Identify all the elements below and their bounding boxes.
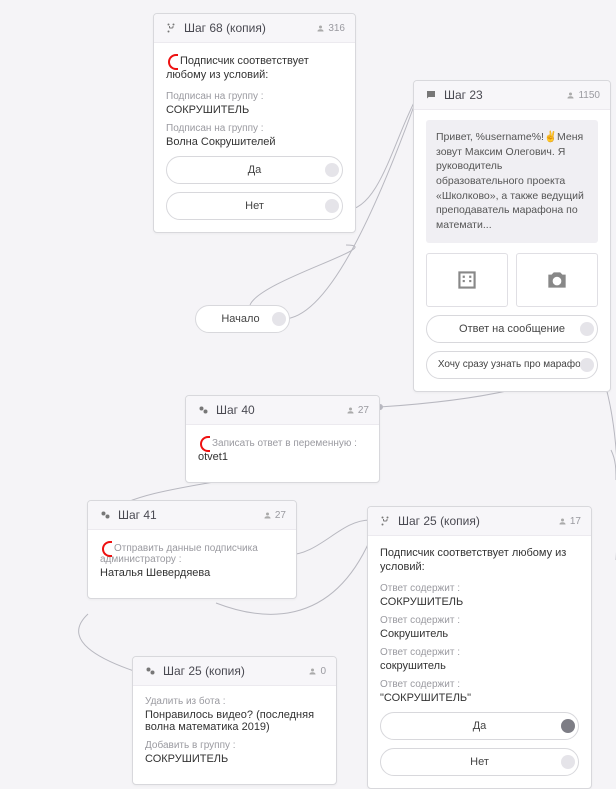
connector-handle[interactable]: [580, 358, 594, 372]
connector-handle[interactable]: [325, 163, 339, 177]
start-node[interactable]: Начало: [195, 305, 290, 333]
condition-item: Ответ содержит : СОКРУШИТЕЛЬ: [380, 583, 579, 608]
connector-handle[interactable]: [561, 755, 575, 769]
connector-handle[interactable]: [272, 312, 286, 326]
branch-icon: [164, 21, 178, 35]
gears-icon: [143, 664, 157, 678]
reply-button[interactable]: Ответ на сообщение: [426, 315, 598, 343]
video-attachment[interactable]: [426, 253, 508, 307]
gears-icon: [98, 508, 112, 522]
node-header: Шаг 25 (копия) 0: [133, 657, 336, 686]
node-title: Шаг 25 (копия): [398, 514, 558, 528]
condition-item: Ответ содержит : сокрушитель: [380, 647, 579, 672]
node-header: Шаг 68 (копия) 316: [154, 14, 355, 43]
gears-icon: [196, 403, 210, 417]
node-title: Шаг 68 (копия): [184, 21, 316, 35]
node-step-23[interactable]: Шаг 23 1150 Привет, %username%!✌Меня зов…: [413, 80, 611, 392]
node-step-40[interactable]: Шаг 40 27 Записать ответ в переменную : …: [185, 395, 380, 483]
node-stat: 17: [558, 516, 581, 527]
node-title: Шаг 41: [118, 508, 263, 522]
node-header: Шаг 41 27: [88, 501, 296, 530]
node-stat: 27: [346, 405, 369, 416]
red-annotation-icon: [100, 540, 112, 554]
red-annotation-icon: [166, 53, 178, 67]
message-icon: [424, 88, 438, 102]
condition-item: Ответ содержит : "СОКРУШИТЕЛЬ": [380, 679, 579, 704]
connector-handle[interactable]: [580, 322, 594, 336]
connector-handle[interactable]: [325, 199, 339, 213]
node-step-25-right[interactable]: Шаг 25 (копия) 17 Подписчик соответствуе…: [367, 506, 592, 789]
condition-item: Подписан на группу : Волна Сокрушителей: [166, 123, 343, 148]
yes-button[interactable]: Да: [380, 712, 579, 740]
node-stat: 0: [308, 666, 326, 677]
node-title: Шаг 40: [216, 403, 346, 417]
node-title: Шаг 25 (копия): [163, 664, 308, 678]
red-annotation-icon: [198, 435, 210, 449]
action-item: Записать ответ в переменную : otvet1: [198, 435, 367, 463]
message-preview: Привет, %username%!✌Меня зовут Максим Ол…: [426, 120, 598, 243]
photo-attachment[interactable]: [516, 253, 598, 307]
yes-button[interactable]: Да: [166, 156, 343, 184]
condition-item: Подписан на группу : СОКРУШИТЕЛЬ: [166, 91, 343, 116]
node-stat: 1150: [566, 90, 600, 101]
node-header: Шаг 40 27: [186, 396, 379, 425]
action-item: Удалить из бота : Понравилось видео? (по…: [145, 696, 324, 733]
branch-icon: [378, 514, 392, 528]
node-step-41[interactable]: Шаг 41 27 Отправить данные подписчика ад…: [87, 500, 297, 599]
node-title: Шаг 23: [444, 88, 566, 102]
connector-handle[interactable]: [561, 719, 575, 733]
node-step-68[interactable]: Шаг 68 (копия) 316 Подписчик соответству…: [153, 13, 356, 233]
node-stat: 316: [316, 23, 345, 34]
node-header: Шаг 25 (копия) 17: [368, 507, 591, 536]
marathon-button[interactable]: Хочу сразу узнать про марафон: [426, 351, 598, 379]
start-label: Начало: [221, 313, 259, 325]
action-item: Отправить данные подписчика администрато…: [100, 540, 284, 579]
no-button[interactable]: Нет: [166, 192, 343, 220]
node-step-25-left[interactable]: Шаг 25 (копия) 0 Удалить из бота : Понра…: [132, 656, 337, 785]
condition-item: Ответ содержит : Сокрушитель: [380, 615, 579, 640]
action-item: Добавить в группу : СОКРУШИТЕЛЬ: [145, 740, 324, 765]
node-header: Шаг 23 1150: [414, 81, 610, 110]
condition-heading: Подписчик соответствует любому из услови…: [166, 53, 343, 83]
node-stat: 27: [263, 510, 286, 521]
no-button[interactable]: Нет: [380, 748, 579, 776]
condition-heading: Подписчик соответствует любому из услови…: [380, 546, 579, 575]
